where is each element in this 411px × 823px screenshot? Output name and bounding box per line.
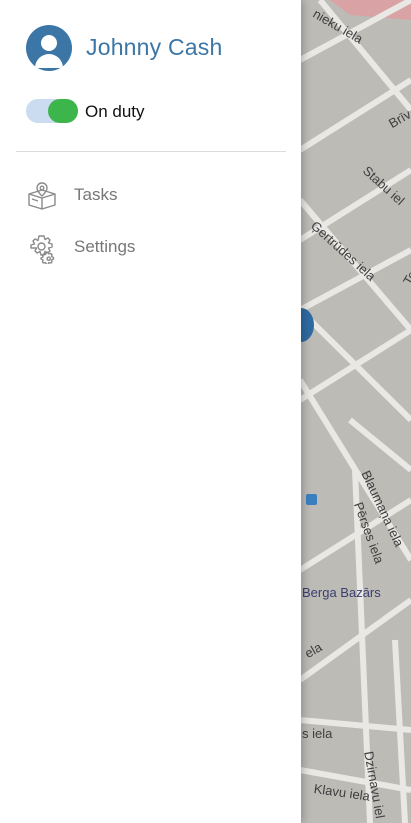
duty-toggle[interactable]	[26, 99, 78, 123]
duty-toggle-label: On duty	[85, 102, 145, 121]
gear-icon	[30, 235, 55, 264]
toggle-knob	[48, 99, 78, 123]
map-street-label: s iela	[302, 726, 333, 741]
user-name: Johnny Cash	[86, 34, 223, 60]
transit-icon	[306, 494, 317, 505]
map-poi-label: Berga Bazārs	[302, 585, 381, 600]
menu-item-tasks[interactable]: Tasks	[0, 172, 301, 216]
navigation-drawer: Johnny Cash On duty Tasks Settings	[0, 0, 301, 823]
menu-item-label: Settings	[74, 237, 136, 256]
menu-item-label: Tasks	[74, 185, 118, 204]
menu-item-settings[interactable]: Settings	[0, 224, 301, 268]
avatar-icon	[26, 25, 72, 71]
package-location-icon	[28, 182, 56, 210]
drawer-divider	[16, 151, 286, 152]
